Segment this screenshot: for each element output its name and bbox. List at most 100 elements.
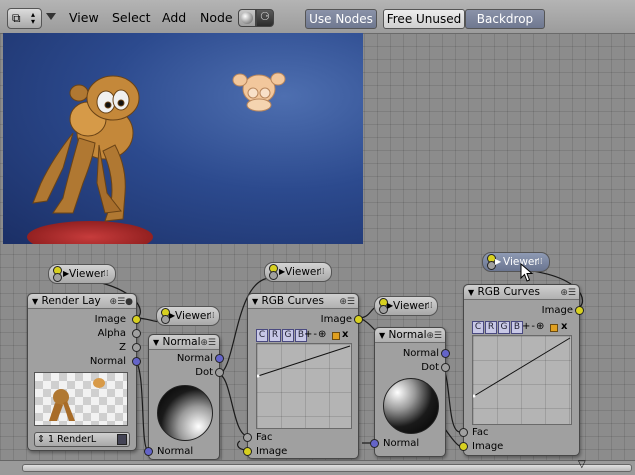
node-header[interactable]: ▼ Render Lay ⊕☰●	[28, 294, 136, 309]
scrollbar-thumb[interactable]	[22, 464, 632, 472]
node-header[interactable]: ▼ Normal ⊕☰	[375, 328, 445, 343]
viewer-label: Viewer	[69, 268, 105, 280]
node-title: Render Lay	[41, 295, 101, 307]
input-normal-socket[interactable]	[144, 447, 153, 456]
output-dot-socket[interactable]	[215, 368, 224, 377]
scroll-marker-icon: ▽	[578, 459, 586, 470]
node-header-controls-icon[interactable]: ⊕☰	[339, 295, 355, 309]
mouse-cursor-icon	[520, 263, 534, 282]
scene-icon	[117, 434, 127, 445]
normal-node-1[interactable]: ▼ Normal ⊕☰ Normal Dot Normal	[144, 334, 224, 460]
channel-c-button[interactable]: C	[256, 329, 268, 342]
curve-reset-icon[interactable]: x	[561, 321, 568, 332]
output-dot-label: Dot	[421, 362, 439, 373]
node-header[interactable]: ▼ Normal ⊕☰	[149, 335, 219, 350]
input-normal-label: Normal	[157, 446, 194, 457]
grip-icon: ⁞⁞	[427, 301, 433, 311]
output-dot-socket[interactable]	[441, 363, 450, 372]
viewer-label: Viewer	[175, 310, 211, 322]
collapse-arrow-icon: ▼	[153, 338, 160, 347]
output-image-label: Image	[541, 305, 573, 316]
channel-c-button[interactable]: C	[472, 321, 484, 334]
render-layer-selector[interactable]: ⇕ 1 RenderL	[34, 432, 130, 447]
output-image-label: Image	[320, 314, 352, 325]
viewer-label: Viewer	[285, 266, 321, 278]
input-normal-label: Normal	[383, 438, 420, 449]
input-image-socket[interactable]	[459, 442, 468, 451]
viewer-alpha-socket[interactable]	[53, 273, 62, 282]
curve-clip-icon[interactable]	[550, 324, 558, 332]
input-fac-label: Fac	[472, 427, 489, 438]
channel-g-button[interactable]: G	[498, 321, 510, 334]
viewer-node-5-selected[interactable]: ▶ Viewer ⁞⁞	[482, 252, 550, 272]
node-header-controls-icon[interactable]: ⊕☰	[426, 329, 442, 343]
curve-reset-icon[interactable]: x	[342, 329, 349, 340]
grip-icon: ⁞⁞	[319, 267, 325, 277]
grip-icon: ⁞⁞	[537, 257, 543, 267]
output-alpha-label: Alpha	[97, 328, 126, 339]
normal-direction-sphere[interactable]	[383, 378, 439, 434]
node-title: Normal	[162, 336, 201, 348]
expand-arrow-icon: ▶	[495, 257, 502, 266]
rgb-curves-node-2[interactable]: ▼ RGB Curves ⊕☰ Image CRGB +-⊕ x Fac Ima…	[459, 284, 584, 456]
curve-channel-buttons[interactable]: CRGB	[472, 321, 524, 334]
output-normal-label: Normal	[402, 348, 439, 359]
viewer-alpha-socket[interactable]	[269, 271, 278, 280]
node-header[interactable]: ▼ RGB Curves ⊕☰	[464, 285, 579, 300]
output-normal-label: Normal	[89, 356, 126, 367]
output-image-label: Image	[94, 314, 126, 325]
input-fac-label: Fac	[256, 432, 273, 443]
collapse-arrow-icon: ▼	[468, 288, 475, 297]
node-title: RGB Curves	[477, 286, 540, 298]
input-image-label: Image	[472, 441, 504, 452]
viewer-node-4[interactable]: ▶ Viewer ⁞⁞	[374, 296, 438, 316]
render-layer-name: 1 RenderL	[48, 434, 97, 445]
curve-graph[interactable]	[472, 335, 572, 425]
output-normal-socket[interactable]	[215, 354, 224, 363]
node-header[interactable]: ▼ RGB Curves ⊕☰	[248, 294, 358, 309]
output-image-socket[interactable]	[575, 306, 584, 315]
render-layer-preview	[34, 372, 128, 426]
input-normal-socket[interactable]	[370, 439, 379, 448]
channel-g-button[interactable]: G	[282, 329, 294, 342]
rgb-curves-node-1[interactable]: ▼ RGB Curves ⊕☰ Image CRGB +-⊕ x Fac Ima…	[243, 293, 363, 459]
node-header-controls-icon[interactable]: ⊕☰	[200, 336, 216, 350]
input-fac-socket[interactable]	[459, 428, 468, 437]
node-header-controls-icon[interactable]: ⊕☰●	[110, 295, 133, 309]
input-image-socket[interactable]	[243, 447, 252, 456]
render-layers-node[interactable]: ▼ Render Lay ⊕☰● Image Alpha Z Normal ⇕ …	[27, 293, 141, 451]
normal-node-2[interactable]: ▼ Normal ⊕☰ Normal Dot Normal	[370, 327, 450, 457]
grip-icon: ⁞⁞	[103, 269, 109, 279]
curve-channel-buttons[interactable]: CRGB	[256, 329, 308, 342]
curve-zoom-tools[interactable]: +-⊕	[304, 329, 327, 340]
output-z-label: Z	[119, 342, 126, 353]
viewer-label: Viewer	[393, 300, 429, 312]
collapse-arrow-icon: ▼	[32, 297, 39, 306]
output-dot-label: Dot	[195, 367, 213, 378]
viewer-node-2[interactable]: ▶ Viewer ⁞⁞	[156, 306, 220, 326]
curve-clip-icon[interactable]	[332, 332, 340, 340]
viewer-node-3[interactable]: ▶ Viewer ⁞⁞	[264, 262, 332, 282]
node-title: Normal	[388, 329, 427, 341]
curve-zoom-tools[interactable]: +-⊕	[522, 321, 545, 332]
input-fac-socket[interactable]	[243, 433, 252, 442]
output-z-socket[interactable]	[132, 343, 141, 352]
output-normal-label: Normal	[176, 353, 213, 364]
channel-r-button[interactable]: R	[269, 329, 281, 342]
viewer-node-1[interactable]: ▶ Viewer ⁞⁞	[48, 264, 116, 284]
curve-graph[interactable]	[256, 343, 352, 429]
horizontal-scrollbar[interactable]: ▽	[0, 459, 635, 475]
output-normal-socket[interactable]	[132, 357, 141, 366]
output-image-socket[interactable]	[132, 315, 141, 324]
output-alpha-socket[interactable]	[132, 329, 141, 338]
input-image-label: Image	[256, 446, 288, 457]
grip-icon: ⁞⁞	[209, 311, 215, 321]
monkey-thumbnail	[49, 378, 105, 421]
node-header-controls-icon[interactable]: ⊕☰	[560, 286, 576, 300]
normal-direction-sphere[interactable]	[157, 385, 213, 441]
updown-arrows-icon: ⇕	[37, 434, 45, 445]
output-image-socket[interactable]	[354, 315, 363, 324]
channel-r-button[interactable]: R	[485, 321, 497, 334]
curve-line	[256, 345, 351, 378]
output-normal-socket[interactable]	[441, 349, 450, 358]
